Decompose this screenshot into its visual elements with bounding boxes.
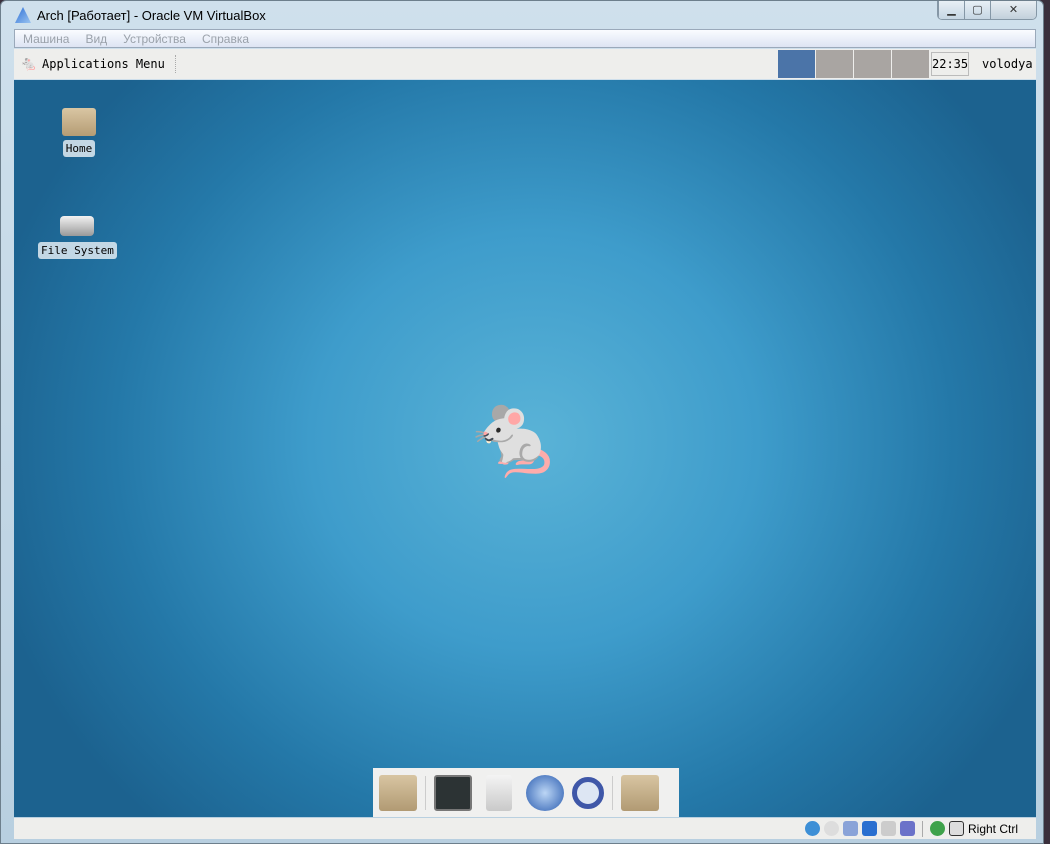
clock[interactable]: 22:35 [931,52,969,76]
close-button[interactable]: ✕ [990,1,1036,19]
desktop: Home File System 🐁 [14,80,1036,817]
panel-separator [174,55,178,73]
workspace-3[interactable] [854,50,891,78]
xfce-mouse-logo: 🐁 [464,388,564,481]
workspace-1[interactable] [778,50,815,78]
hard-disk-icon[interactable] [804,821,820,836]
drive-icon [60,216,95,236]
host-key-label: Right Ctrl [967,821,1018,836]
xfce-panel: 🐁 Applications Menu 22:35 volodya [14,49,1036,79]
xfce-mouse-icon: 🐁 [20,56,38,72]
window-title: Arch [Работает] - Oracle VM VirtualBox [15,5,266,25]
usb-icon[interactable] [842,821,858,836]
vm-status-bar: Right Ctrl [14,818,1036,839]
maximize-button[interactable]: ▢ [964,1,990,19]
status-separator [921,820,923,837]
applications-menu-button[interactable]: 🐁 Applications Menu [14,56,165,72]
vm-menubar: Машина Вид Устройства Справка [14,29,1036,48]
keyboard-capture-icon[interactable] [948,821,964,836]
menu-devices[interactable]: Устройства [115,32,194,46]
workspace-2[interactable] [816,50,853,78]
web-browser-icon[interactable] [526,774,564,811]
menu-help[interactable]: Справка [194,32,257,46]
dock-separator [612,775,613,810]
file-cabinet-icon[interactable] [486,774,512,811]
dock [373,768,679,817]
menu-machine[interactable]: Машина [15,32,77,46]
terminal-icon[interactable] [434,774,472,811]
dock-separator [425,775,426,810]
folder-icon[interactable] [621,774,659,811]
home-folder-icon [62,108,96,136]
workspace-4[interactable] [892,50,929,78]
search-icon[interactable] [572,776,604,809]
mouse-integration-icon[interactable] [929,821,945,836]
virtualbox-icon [15,7,31,23]
window-controls: ▁ ▢ ✕ [937,1,1037,20]
video-capture-icon[interactable] [899,821,915,836]
file-manager-icon[interactable] [379,774,417,811]
menu-view[interactable]: Вид [77,32,115,46]
desktop-icon-file-system[interactable]: File System [38,210,117,259]
workspace-switcher [778,50,930,78]
desktop-icon-home[interactable]: Home [62,108,96,157]
optical-drive-icon[interactable] [823,821,839,836]
user-name[interactable]: volodya [982,49,1033,79]
shared-folders-icon[interactable] [880,821,896,836]
minimize-button[interactable]: ▁ [938,1,964,19]
network-icon[interactable] [861,821,877,836]
